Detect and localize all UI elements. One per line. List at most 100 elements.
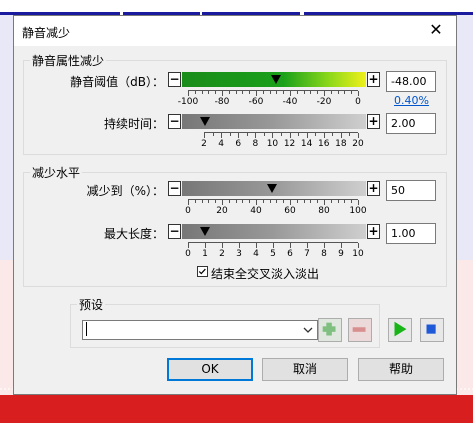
scale-tick	[340, 133, 342, 138]
duration-scale: 2 4 6 8 10 12 14 16 18 20	[201, 132, 364, 149]
play-icon	[394, 321, 407, 337]
scale-tick	[349, 133, 351, 136]
threshold-scale: -100 -80 -60 -40 -20 0	[178, 90, 361, 107]
scale-tick	[222, 91, 223, 96]
scale-tick	[276, 200, 278, 203]
chevron-down-icon[interactable]	[303, 326, 313, 334]
max-length-scale: 0 1 2 3 4 5 6 7 8 9 10	[185, 242, 364, 259]
scale-tick	[290, 91, 291, 96]
crossfade-checkbox[interactable]	[197, 266, 208, 277]
scale-tick	[296, 200, 298, 203]
scale-tick	[249, 200, 251, 203]
threshold-thumb[interactable]	[270, 73, 282, 86]
reduce-to-slider[interactable]: − + 0 20 40 60 80 100	[168, 181, 380, 216]
scale-tick	[358, 91, 359, 96]
scale-tick-label: 40	[250, 206, 262, 216]
scale-tick	[358, 243, 359, 248]
max-length-label: 最大长度：	[103, 227, 164, 241]
scale-tick	[317, 200, 319, 203]
max-length-minus-button[interactable]: −	[168, 224, 181, 239]
scale-tick-label: -60	[248, 97, 264, 107]
max-length-plus-button[interactable]: +	[367, 224, 380, 239]
scale-tick	[215, 200, 217, 203]
scale-tick	[324, 243, 325, 248]
reduce-to-input[interactable]: 50	[386, 180, 436, 201]
threshold-input[interactable]: -48.00	[386, 71, 436, 92]
silence-reduction-dialog: 静音减少 ✕ 静音属性减少 静音阈值（dB）： − + -100 -80 -60 -4…	[13, 15, 457, 395]
scale-tick-label: -80	[214, 97, 230, 107]
close-icon[interactable]: ✕	[426, 20, 446, 40]
threshold-percent-link[interactable]: 0.40%	[394, 94, 429, 107]
minus-icon	[352, 327, 366, 332]
max-length-slider[interactable]: − + 0 1 2 3 4 5 6 7 8 9 10	[168, 224, 380, 259]
scale-tick-label: 80	[318, 206, 330, 216]
stop-button[interactable]	[420, 318, 444, 342]
scale-tick	[324, 200, 325, 205]
threshold-minus-button[interactable]: −	[168, 72, 181, 87]
remove-preset-button[interactable]	[348, 318, 372, 342]
preset-combobox[interactable]	[82, 320, 318, 340]
scale-tick	[221, 133, 223, 138]
reduce-to-plus-button[interactable]: +	[367, 181, 380, 196]
threshold-slider[interactable]: − + -100 -80 -60 -40 -20 0	[168, 72, 380, 107]
scale-tick-label: -40	[282, 97, 298, 107]
scale-tick-label: 60	[284, 206, 296, 216]
scale-tick	[208, 91, 210, 94]
scale-tick	[262, 200, 264, 203]
stop-icon	[426, 324, 436, 334]
scale-tick	[222, 243, 223, 248]
scale-tick	[228, 91, 230, 94]
scale-tick	[351, 91, 353, 94]
scale-tick	[208, 200, 210, 203]
scale-tick-label: 0	[185, 206, 191, 216]
duration-slider[interactable]: − + 2 4 6 8 10 12 14 16 18 20	[168, 114, 380, 149]
scale-tick	[344, 200, 346, 203]
scale-tick-label: 10	[352, 249, 364, 259]
scale-tick	[298, 133, 300, 136]
scale-tick	[256, 243, 257, 248]
scale-tick-label: -20	[316, 97, 332, 107]
scale-tick	[222, 200, 223, 205]
scale-tick	[256, 200, 257, 205]
reduce-to-thumb[interactable]	[266, 182, 278, 195]
preset-legend: 预设	[79, 298, 104, 312]
scale-tick-label: 100	[349, 206, 367, 216]
duration-input[interactable]: 2.00	[386, 113, 436, 134]
scale-tick	[315, 133, 317, 136]
scale-tick	[337, 91, 339, 94]
scale-tick	[324, 91, 325, 96]
scale-tick	[269, 200, 271, 203]
duration-minus-button[interactable]: −	[168, 114, 181, 129]
threshold-label: 静音阈值（dB）：	[70, 75, 164, 89]
scale-tick	[249, 91, 251, 94]
ok-button[interactable]: OK	[167, 358, 253, 381]
max-length-input[interactable]: 1.00	[386, 223, 436, 244]
scale-tick	[303, 91, 305, 94]
add-preset-button[interactable]	[318, 318, 342, 342]
scale-tick	[290, 243, 291, 248]
scale-tick	[239, 243, 240, 248]
max-length-thumb[interactable]	[199, 225, 211, 238]
play-button[interactable]	[388, 318, 412, 342]
scale-tick	[269, 91, 271, 94]
scale-tick	[215, 91, 217, 94]
reduce-to-label: 减少到（%）：	[86, 184, 164, 198]
duration-plus-button[interactable]: +	[367, 114, 380, 129]
scale-tick	[188, 91, 189, 96]
scale-tick	[204, 133, 205, 138]
reduce-to-minus-button[interactable]: −	[168, 181, 181, 196]
threshold-plus-button[interactable]: +	[367, 72, 380, 87]
help-button[interactable]: 帮助	[358, 358, 444, 381]
scale-tick	[272, 133, 274, 138]
scale-tick	[344, 91, 346, 94]
scale-tick	[323, 133, 325, 138]
scale-tick	[205, 243, 206, 248]
crossfade-label: 结束全交叉淡入淡出	[211, 267, 320, 281]
scale-tick	[256, 91, 257, 96]
silence-properties-legend: 静音属性减少	[32, 54, 105, 68]
scale-tick	[289, 133, 291, 138]
cancel-button[interactable]: 取消	[262, 358, 348, 381]
duration-thumb[interactable]	[199, 115, 211, 128]
scale-tick	[281, 133, 282, 136]
scale-tick	[212, 133, 214, 136]
